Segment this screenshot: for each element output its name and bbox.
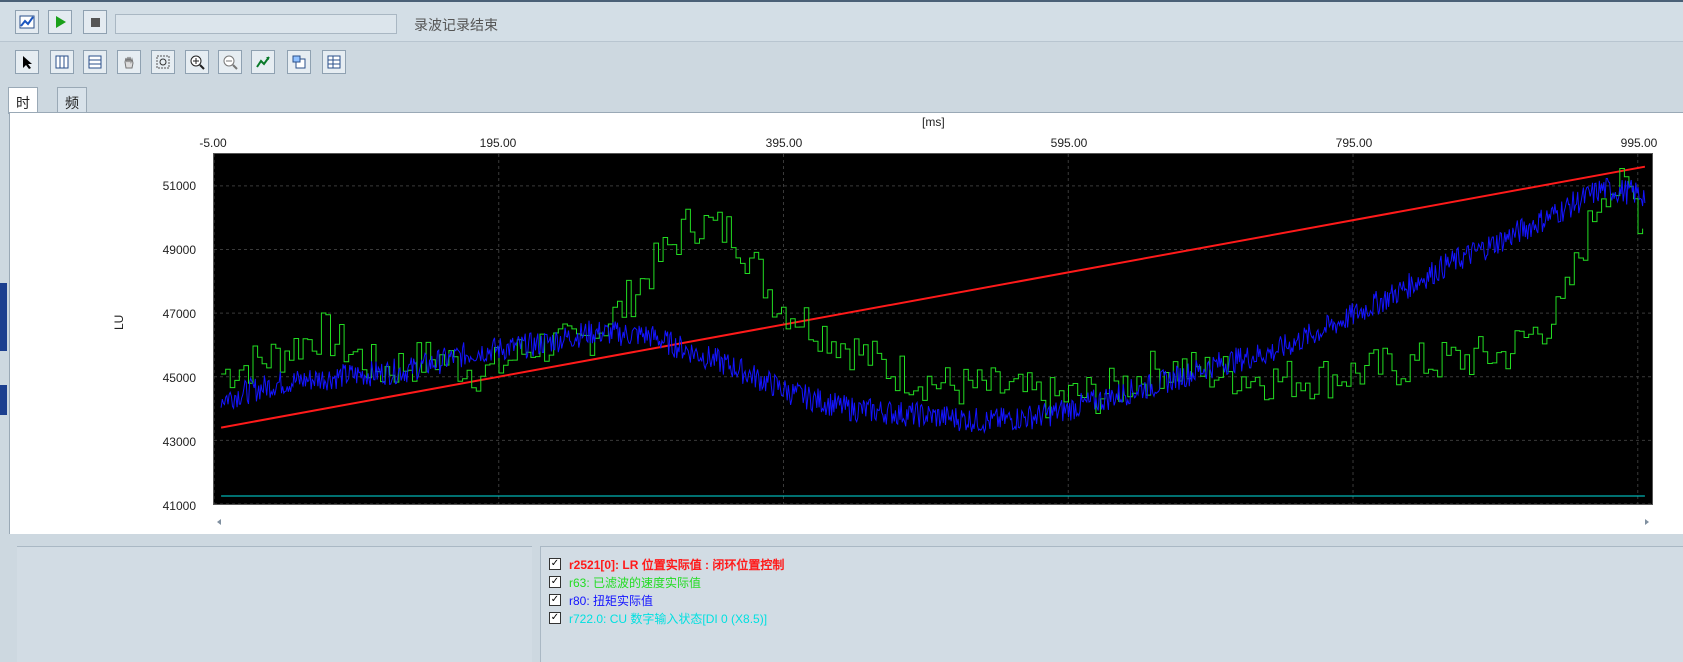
horizontal-cursor-button[interactable] [83,50,107,74]
y-axis-label: LU [112,314,126,330]
legend-item: ✓ r80: 扭矩实际值 [549,591,653,609]
stop-icon [91,18,100,27]
vertical-cursor-button[interactable] [50,50,74,74]
scroll-left-arrow-icon[interactable] [217,519,221,525]
x-tick-label: 995.00 [1620,136,1658,150]
auto-scale-button[interactable] [251,50,275,74]
horizontal-scrollbar[interactable] [213,516,1653,528]
zoom-in-icon [190,55,205,70]
legend-item: ✓ r2521[0]: LR 位置实际值 : 闭环位置控制 [549,555,784,573]
x-tick-label: 395.00 [765,136,803,150]
start-recording-button[interactable] [48,10,72,34]
legend-item-checkbox[interactable]: ✓ [549,558,561,570]
legend-item-label: r80: 扭矩实际值 [569,593,654,608]
legend-item: ✓ r722.0: CU 数字输入状态[DI 0 (X8.5)] [549,609,767,627]
horizontal-cursor-icon [88,55,102,69]
x-axis-label: [ms] [922,115,945,129]
zoom-in-button[interactable] [185,50,209,74]
x-tick-label: 795.00 [1335,136,1373,150]
x-tick-label: 595.00 [1050,136,1088,150]
trace-position-actual [220,165,1646,429]
play-icon [56,16,66,28]
legend-item: ✓ r63: 已滤波的速度实际值 [549,573,701,591]
recording-status-text: 录波记录结束 [414,17,498,33]
vertical-cursor-icon [55,55,69,69]
record-settings-icon [19,15,35,29]
pointer-icon [23,56,32,69]
recording-progress-bar [115,14,397,34]
pan-button[interactable] [117,50,141,74]
trace-plot-area[interactable] [213,153,1653,505]
zoom-area-icon [156,55,170,69]
legend-item-checkbox[interactable]: ✓ [549,612,561,624]
y-tick-label: 51000 [162,179,196,193]
trace-plot-svg [213,154,1652,505]
stop-recording-button[interactable] [83,10,107,34]
y-tick-label: 45000 [162,371,196,385]
table-button[interactable] [322,50,346,74]
export-icon [292,55,306,69]
legend-item-label: r63: 已滤波的速度实际值 [569,575,702,590]
recording-toolbar: 录波记录结束 [0,0,1683,42]
y-tick-label: 47000 [162,307,196,321]
zoom-area-button[interactable] [151,50,175,74]
chart-toolbar [0,46,1683,82]
y-tick-label: 41000 [162,499,196,513]
y-tick-label: 49000 [162,243,196,257]
auto-scale-icon [256,56,270,68]
legend-item-checkbox[interactable]: ✓ [549,594,561,606]
zoom-out-icon [223,55,238,70]
y-tick-label: 43000 [162,435,196,449]
table-icon [327,55,341,69]
x-tick-label: 195.00 [479,136,517,150]
left-edge-strip [0,0,7,661]
record-settings-button[interactable] [15,10,39,34]
x-tick-label: -5.00 [199,136,227,150]
legend-item-label: r722.0: CU 数字输入状态[DI 0 (X8.5)] [569,611,768,626]
zoom-out-button[interactable] [218,50,242,74]
tab-frequency-domain[interactable]: 频域 [57,87,87,131]
tab-time-domain[interactable]: 时域 [8,87,38,131]
export-button[interactable] [287,50,311,74]
pointer-button[interactable] [15,50,39,74]
signal-settings-panel [17,546,532,662]
scroll-right-arrow-icon[interactable] [1645,519,1649,525]
trace-torque-actual [220,177,1646,434]
pan-hand-icon [124,56,134,69]
legend-item-checkbox[interactable]: ✓ [549,576,561,588]
legend-item-label: r2521[0]: LR 位置实际值 : 闭环位置控制 [569,557,785,572]
